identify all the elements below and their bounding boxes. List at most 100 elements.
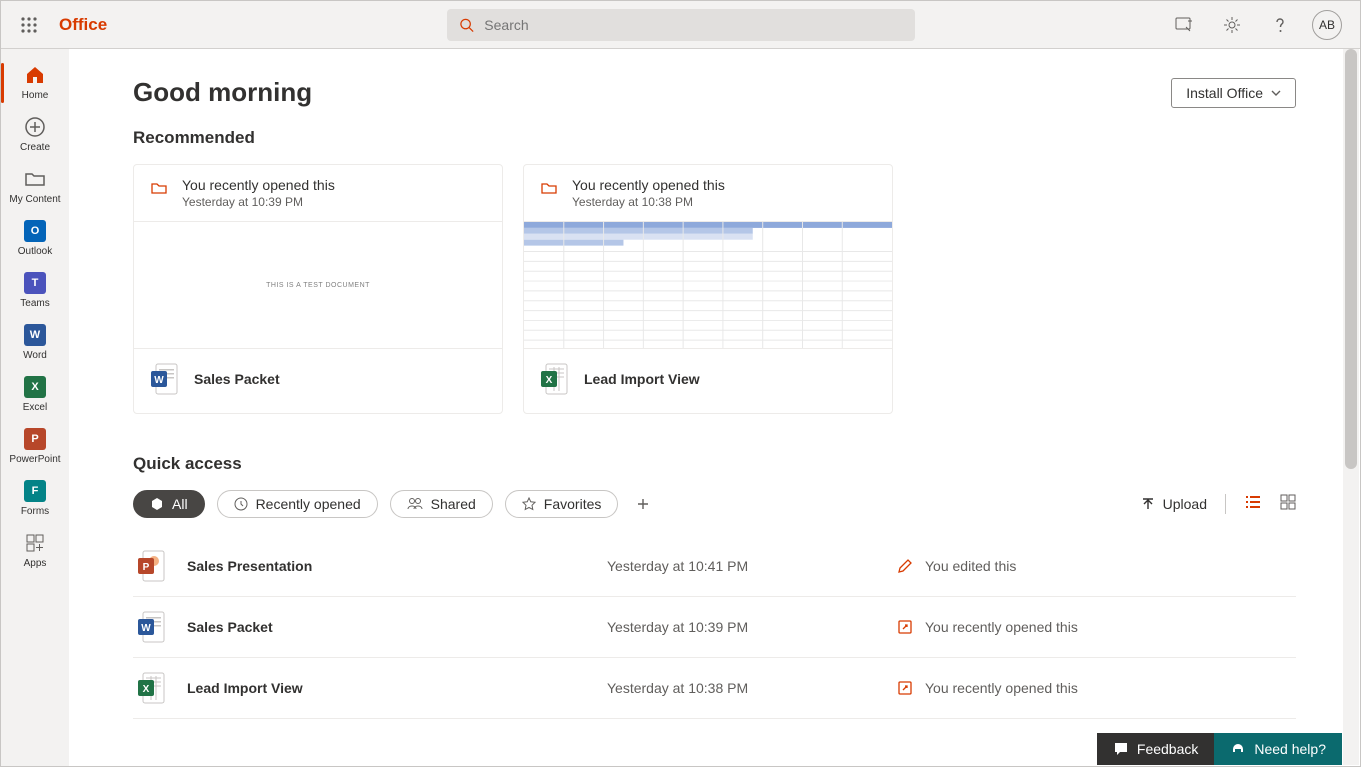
- home-icon: [23, 63, 47, 87]
- word-file-icon: W: [137, 611, 165, 643]
- powerpoint-file-icon: P: [137, 550, 165, 582]
- card-time: Yesterday at 10:38 PM: [572, 195, 725, 209]
- rail-home[interactable]: Home: [1, 57, 69, 109]
- avatar[interactable]: AB: [1312, 10, 1342, 40]
- file-row[interactable]: W Sales Packet Yesterday at 10:39 PM You…: [133, 597, 1296, 658]
- file-row[interactable]: X Lead Import View Yesterday at 10:38 PM…: [133, 658, 1296, 719]
- main-content: Good morning Install Office Recommended …: [69, 49, 1360, 766]
- gear-icon: [1222, 15, 1242, 35]
- preview-text: THIS IS A TEST DOCUMENT: [266, 282, 370, 289]
- divider: [1225, 494, 1226, 514]
- list-view-button[interactable]: [1244, 495, 1262, 514]
- help-button[interactable]: [1264, 9, 1296, 41]
- star-icon: [522, 497, 536, 511]
- svg-text:X: X: [143, 684, 150, 695]
- upload-icon: [1141, 497, 1155, 511]
- clock-icon: [234, 497, 248, 511]
- file-row[interactable]: P Sales Presentation Yesterday at 10:41 …: [133, 536, 1296, 597]
- file-name: Lead Import View: [187, 680, 303, 696]
- filter-recent[interactable]: Recently opened: [217, 490, 378, 518]
- file-time: Yesterday at 10:38 PM: [607, 680, 897, 696]
- word-icon: W: [23, 323, 47, 347]
- filter-favorites[interactable]: Favorites: [505, 490, 619, 518]
- headset-icon: [1230, 741, 1246, 757]
- grid-view-button[interactable]: [1280, 494, 1296, 515]
- header: Office AB: [1, 1, 1360, 49]
- search-box[interactable]: [447, 9, 915, 41]
- file-name: Sales Presentation: [187, 558, 312, 574]
- add-filter-button[interactable]: [630, 491, 656, 517]
- cube-icon: [150, 497, 164, 511]
- card-filename: Sales Packet: [194, 371, 280, 387]
- card-reason: You recently opened this: [182, 177, 335, 193]
- apps-icon: [23, 531, 47, 555]
- people-icon: [407, 497, 423, 511]
- excel-file-icon: X: [137, 672, 165, 704]
- question-icon: [1270, 15, 1290, 35]
- outlook-icon: O: [23, 219, 47, 243]
- file-time: Yesterday at 10:41 PM: [607, 558, 897, 574]
- file-time: Yesterday at 10:39 PM: [607, 619, 897, 635]
- file-activity: You recently opened this: [925, 680, 1078, 696]
- card-filename: Lead Import View: [584, 371, 700, 387]
- grid-icon: [1280, 494, 1296, 510]
- list-icon: [1244, 495, 1262, 509]
- powerpoint-icon: P: [23, 427, 47, 451]
- rail-teams[interactable]: T Teams: [1, 265, 69, 317]
- rail-excel[interactable]: X Excel: [1, 369, 69, 421]
- create-icon: [23, 115, 47, 139]
- scrollbar-thumb[interactable]: [1345, 49, 1357, 469]
- svg-text:X: X: [546, 375, 553, 386]
- left-rail: Home Create My Content O Outlook T Teams…: [1, 49, 69, 766]
- settings-button[interactable]: [1216, 9, 1248, 41]
- teams-icon: T: [23, 271, 47, 295]
- need-help-button[interactable]: Need help?: [1214, 733, 1342, 765]
- svg-text:W: W: [154, 375, 164, 386]
- filter-shared[interactable]: Shared: [390, 490, 493, 518]
- file-activity: You edited this: [925, 558, 1016, 574]
- rail-apps[interactable]: Apps: [1, 525, 69, 577]
- quickaccess-heading: Quick access: [133, 454, 1296, 474]
- rail-mycontent[interactable]: My Content: [1, 161, 69, 213]
- rail-outlook[interactable]: O Outlook: [1, 213, 69, 265]
- plus-icon: [636, 497, 650, 511]
- forms-icon: F: [23, 479, 47, 503]
- file-activity: You recently opened this: [925, 619, 1078, 635]
- greeting-text: Good morning: [133, 77, 312, 108]
- recent-folder-icon: [540, 179, 558, 197]
- open-icon: [897, 619, 913, 635]
- app-launcher-button[interactable]: [13, 9, 45, 41]
- scrollbar[interactable]: [1343, 49, 1359, 765]
- feedback-button[interactable]: Feedback: [1097, 733, 1214, 765]
- brand-label[interactable]: Office: [55, 15, 107, 35]
- card-reason: You recently opened this: [572, 177, 725, 193]
- whats-new-button[interactable]: [1168, 9, 1200, 41]
- rail-powerpoint[interactable]: P PowerPoint: [1, 421, 69, 473]
- card-preview: [524, 221, 892, 349]
- excel-file-icon: X: [540, 363, 568, 395]
- card-time: Yesterday at 10:39 PM: [182, 195, 335, 209]
- recent-folder-icon: [150, 179, 168, 197]
- recommended-heading: Recommended: [133, 128, 1296, 148]
- upload-button[interactable]: Upload: [1141, 496, 1207, 512]
- recommended-card[interactable]: You recently opened this Yesterday at 10…: [523, 164, 893, 414]
- open-icon: [897, 680, 913, 696]
- pencil-icon: [897, 558, 913, 574]
- excel-preview-icon: [524, 222, 892, 348]
- word-file-icon: W: [150, 363, 178, 395]
- install-office-button[interactable]: Install Office: [1171, 78, 1296, 108]
- whats-new-icon: [1174, 15, 1194, 35]
- recommended-card[interactable]: You recently opened this Yesterday at 10…: [133, 164, 503, 414]
- svg-text:P: P: [143, 562, 150, 573]
- rail-create[interactable]: Create: [1, 109, 69, 161]
- rail-word[interactable]: W Word: [1, 317, 69, 369]
- search-input[interactable]: [484, 17, 903, 33]
- filter-all[interactable]: All: [133, 490, 205, 518]
- svg-text:W: W: [141, 623, 151, 634]
- file-name: Sales Packet: [187, 619, 273, 635]
- search-icon: [459, 17, 474, 33]
- rail-forms[interactable]: F Forms: [1, 473, 69, 525]
- card-preview: THIS IS A TEST DOCUMENT: [134, 221, 502, 349]
- waffle-icon: [21, 17, 37, 33]
- chat-icon: [1113, 741, 1129, 757]
